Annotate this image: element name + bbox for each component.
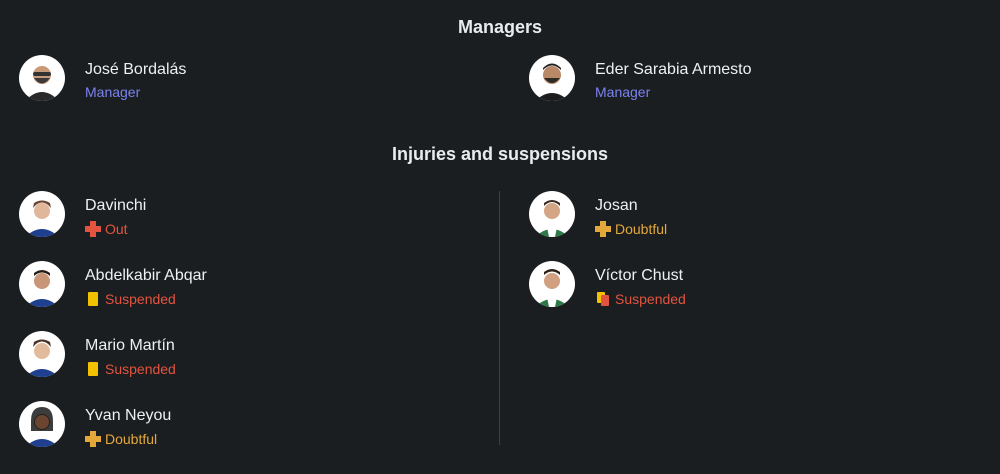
amber-cross-icon <box>85 431 101 447</box>
player-status: Suspended <box>595 290 686 308</box>
player-status: Doubtful <box>85 430 157 448</box>
player-name: Abdelkabir Abqar <box>85 267 207 284</box>
second-yellow-red-card-icon <box>595 291 611 307</box>
manager-name: Eder Sarabia Armesto <box>595 61 752 78</box>
manager-item[interactable]: Eder Sarabia Armesto Manager <box>529 55 949 105</box>
manager-role: Manager <box>85 84 141 100</box>
player-status-label: Suspended <box>105 361 176 377</box>
player-item[interactable]: Davinchi Out <box>19 191 439 241</box>
player-name: Yvan Neyou <box>85 407 172 424</box>
player-item[interactable]: Josan Doubtful <box>529 191 949 241</box>
injuries-heading: Injuries and suspensions <box>391 144 609 164</box>
red-cross-icon <box>85 221 101 237</box>
managers-heading: Managers <box>457 17 543 37</box>
player-item[interactable]: Mario Martín Suspended <box>19 331 439 381</box>
player-status-label: Doubtful <box>615 221 668 237</box>
yellow-card-icon <box>85 361 101 377</box>
avatar <box>19 401 65 447</box>
amber-cross-icon <box>595 221 611 237</box>
player-name: Mario Martín <box>85 337 175 354</box>
yellow-card-icon <box>85 291 101 307</box>
player-name: Davinchi <box>85 197 147 214</box>
player-item[interactable]: Víctor Chust Suspended <box>529 261 949 311</box>
manager-role: Manager <box>595 84 651 100</box>
avatar <box>19 191 65 237</box>
player-status-label: Suspended <box>105 291 176 307</box>
column-divider <box>499 191 500 445</box>
avatar <box>529 261 575 307</box>
avatar <box>19 331 65 377</box>
manager-item[interactable]: José Bordalás Manager <box>19 55 439 105</box>
avatar <box>529 191 575 237</box>
player-status-label: Doubtful <box>105 431 158 447</box>
avatar <box>19 261 65 307</box>
player-status: Suspended <box>85 360 176 378</box>
avatar <box>529 55 575 101</box>
manager-name: José Bordalás <box>85 61 187 78</box>
avatar <box>19 55 65 101</box>
player-status-label: Suspended <box>615 291 686 307</box>
player-status: Doubtful <box>595 220 667 238</box>
player-status: Out <box>85 220 128 238</box>
player-status: Suspended <box>85 290 176 308</box>
player-item[interactable]: Abdelkabir Abqar Suspended <box>19 261 439 311</box>
player-status-label: Out <box>105 221 128 237</box>
player-name: Josan <box>595 197 638 214</box>
player-name: Víctor Chust <box>595 267 684 284</box>
player-item[interactable]: Yvan Neyou Doubtful <box>19 401 439 451</box>
